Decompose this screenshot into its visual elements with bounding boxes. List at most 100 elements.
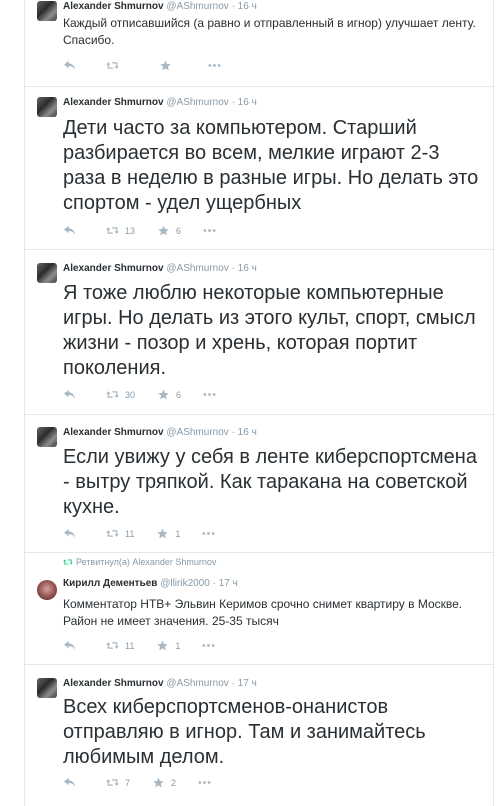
avatar[interactable] bbox=[37, 263, 57, 283]
retweet-count: 13 bbox=[125, 225, 136, 236]
retweet-icon bbox=[106, 391, 119, 398]
star-icon bbox=[157, 640, 169, 651]
reply-button[interactable] bbox=[63, 777, 76, 788]
tweet-actions: 11 1 bbox=[63, 528, 237, 539]
favorite-count: 1 bbox=[175, 640, 181, 651]
tweet-actions: 11 1 bbox=[63, 640, 237, 651]
reply-button[interactable] bbox=[63, 60, 76, 71]
tweet[interactable]: Alexander Shmurnov @AShmurnov · 16 ч Каж… bbox=[24, 0, 494, 87]
avatar[interactable] bbox=[37, 97, 57, 117]
tweet-text: Всех киберспортсменов-онанистов отправля… bbox=[63, 696, 426, 768]
tweet-text: Я тоже люблю некоторые компьютерные игры… bbox=[63, 282, 476, 379]
tweet-actions: 13 6 bbox=[63, 225, 238, 236]
favorite-button[interactable]: 2 bbox=[152, 777, 176, 788]
retweet-icon bbox=[106, 779, 119, 786]
more-button[interactable] bbox=[198, 777, 211, 788]
tweet-header: Alexander Shmurnov @AShmurnov · 16 ч bbox=[63, 96, 257, 110]
retweet-button[interactable]: 11 bbox=[106, 640, 134, 651]
retweet-icon bbox=[106, 642, 119, 649]
favorite-count: 1 bbox=[175, 528, 181, 539]
favorite-button[interactable]: 1 bbox=[156, 528, 180, 539]
reply-icon bbox=[64, 389, 75, 399]
retweet-count: 30 bbox=[125, 389, 136, 400]
tweet-time[interactable]: · 17 ч bbox=[213, 578, 238, 589]
reply-icon bbox=[64, 60, 75, 70]
reply-button[interactable] bbox=[63, 528, 76, 539]
retweet-icon bbox=[63, 559, 73, 565]
more-icon bbox=[202, 644, 215, 647]
more-button[interactable] bbox=[202, 640, 215, 651]
tweet[interactable]: Alexander Shmurnov @AShmurnov · 16 ч Есл… bbox=[24, 415, 494, 553]
author-handle[interactable]: @AShmurnov bbox=[166, 427, 228, 438]
favorite-button[interactable] bbox=[159, 60, 178, 71]
reply-button[interactable] bbox=[63, 225, 76, 236]
tweet-header: Alexander Shmurnov @AShmurnov · 16 ч bbox=[63, 0, 257, 14]
retweet-button[interactable]: 30 bbox=[106, 389, 135, 400]
retweet-button[interactable]: 11 bbox=[106, 528, 134, 539]
more-button[interactable] bbox=[202, 528, 215, 539]
author-name[interactable]: Кирилл Дементьев bbox=[63, 578, 157, 589]
reply-button[interactable] bbox=[63, 640, 76, 651]
tweet-header: Alexander Shmurnov @AShmurnov · 17 ч bbox=[63, 677, 257, 691]
tweet-actions bbox=[63, 60, 243, 71]
tweet-time[interactable]: · 16 ч bbox=[232, 1, 257, 12]
author-handle[interactable]: @AShmurnov bbox=[166, 263, 228, 274]
author-name[interactable]: Alexander Shmurnov bbox=[63, 263, 164, 274]
avatar[interactable] bbox=[37, 427, 57, 447]
reply-icon bbox=[64, 225, 75, 235]
tweet-time[interactable]: · 16 ч bbox=[232, 427, 257, 438]
reply-icon bbox=[64, 777, 75, 787]
tweet-actions: 30 6 bbox=[63, 389, 238, 400]
tweet[interactable]: Alexander Shmurnov @AShmurnov · 16 ч Я т… bbox=[24, 250, 494, 415]
author-name[interactable]: Alexander Shmurnov bbox=[63, 427, 164, 438]
author-name[interactable]: Alexander Shmurnov bbox=[63, 678, 164, 689]
more-icon bbox=[202, 532, 215, 535]
favorite-button[interactable]: 6 bbox=[157, 389, 181, 400]
retweet-count: 11 bbox=[125, 640, 135, 651]
retweet-icon bbox=[106, 62, 119, 69]
tweet[interactable]: Alexander Shmurnov @AShmurnov · 16 ч Дет… bbox=[24, 87, 494, 250]
reply-icon bbox=[64, 528, 75, 538]
tweet-retweeted[interactable]: Ретвитнул(а) Alexander Shmurnov Кирилл Д… bbox=[24, 553, 494, 665]
author-name[interactable]: Alexander Shmurnov bbox=[63, 97, 164, 108]
favorite-button[interactable]: 6 bbox=[157, 225, 181, 236]
tweet-text: Комментатор НТВ+ Эльвин Керимов срочно с… bbox=[63, 597, 463, 628]
tweet-time[interactable]: · 16 ч bbox=[232, 263, 257, 274]
star-icon bbox=[157, 528, 169, 539]
tweet-actions: 7 2 bbox=[63, 777, 233, 788]
star-icon bbox=[158, 225, 169, 236]
author-handle[interactable]: @AShmurnov bbox=[166, 678, 228, 689]
avatar[interactable] bbox=[37, 678, 57, 698]
retweet-count: 7 bbox=[125, 777, 131, 788]
author-handle[interactable]: @AShmurnov bbox=[166, 1, 228, 12]
more-button[interactable] bbox=[208, 60, 221, 71]
more-icon bbox=[203, 393, 216, 396]
tweet-text: Если увижу у себя в ленте киберспортсмен… bbox=[63, 446, 477, 518]
more-icon bbox=[203, 229, 216, 232]
more-icon bbox=[208, 64, 221, 67]
retweet-button[interactable]: 7 bbox=[106, 777, 130, 788]
favorite-count: 6 bbox=[176, 389, 182, 400]
star-icon bbox=[158, 389, 169, 400]
retweet-note-text[interactable]: Ретвитнул(а) Alexander Shmurnov bbox=[76, 557, 216, 567]
tweet-header: Alexander Shmurnov @AShmurnov · 16 ч bbox=[63, 262, 257, 276]
timeline: Alexander Shmurnov @AShmurnov · 16 ч Каж… bbox=[0, 0, 497, 806]
retweet-icon bbox=[106, 530, 119, 537]
retweet-button[interactable] bbox=[106, 60, 125, 71]
author-name[interactable]: Alexander Shmurnov bbox=[63, 1, 164, 12]
more-button[interactable] bbox=[203, 225, 216, 236]
star-icon bbox=[160, 60, 171, 71]
avatar[interactable] bbox=[37, 580, 57, 600]
more-button[interactable] bbox=[203, 389, 216, 400]
author-handle[interactable]: @llirik2000 bbox=[160, 578, 210, 589]
tweet[interactable]: Alexander Shmurnov @AShmurnov · 17 ч Все… bbox=[24, 665, 494, 806]
retweet-button[interactable]: 13 bbox=[106, 225, 135, 236]
retweet-note: Ретвитнул(а) Alexander Shmurnov bbox=[63, 557, 216, 567]
reply-icon bbox=[64, 640, 75, 650]
tweet-time[interactable]: · 16 ч bbox=[232, 97, 257, 108]
favorite-button[interactable]: 1 bbox=[156, 640, 180, 651]
reply-button[interactable] bbox=[63, 389, 76, 400]
avatar[interactable] bbox=[37, 1, 57, 21]
tweet-time[interactable]: · 17 ч bbox=[232, 678, 257, 689]
author-handle[interactable]: @AShmurnov bbox=[166, 97, 228, 108]
